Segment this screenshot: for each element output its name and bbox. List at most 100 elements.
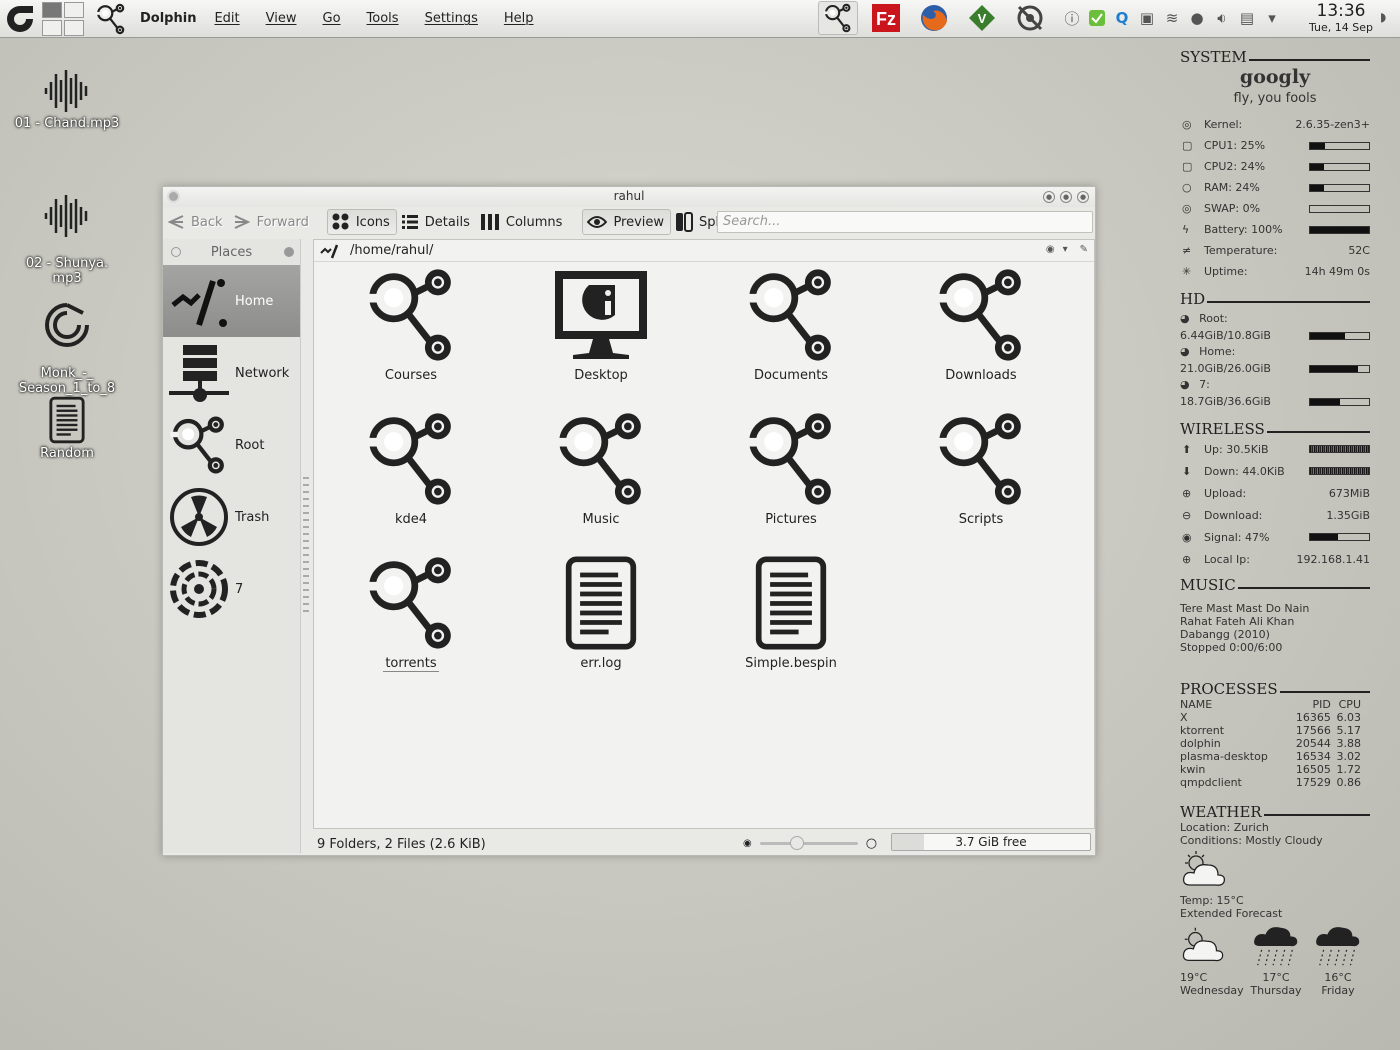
digital-clock[interactable]: 13:36 Tue, 14 Sep xyxy=(1305,1,1377,35)
file-item[interactable]: torrents xyxy=(336,552,486,672)
vim-icon[interactable]: V xyxy=(962,1,1002,35)
file-item[interactable]: Simple.bespin xyxy=(716,552,866,671)
places-item-7[interactable]: 7 xyxy=(163,553,300,625)
hd-section-title: HD xyxy=(1180,290,1370,308)
file-name: Pictures xyxy=(765,512,817,527)
close-button[interactable]: ● xyxy=(1077,191,1089,203)
qt-icon[interactable]: Q xyxy=(1112,6,1132,30)
places-float-icon[interactable] xyxy=(284,247,294,257)
pie-icon: ◕ xyxy=(1180,345,1190,358)
desktop-file-random[interactable]: Random xyxy=(12,388,122,461)
file-item[interactable]: kde4 xyxy=(336,408,486,527)
cpu1-bar-fill xyxy=(1310,142,1325,149)
kde-menu-icon[interactable] xyxy=(2,1,38,37)
file-item[interactable]: Documents xyxy=(716,264,866,383)
proc-cpu: 3.88 xyxy=(1336,737,1362,750)
places-item-home[interactable]: Home xyxy=(163,265,300,337)
signal-bar xyxy=(1309,533,1370,541)
desktop-file-chand[interactable]: 01 - Chand.mp3 xyxy=(12,58,122,131)
file-item[interactable]: Courses xyxy=(336,264,486,383)
back-label: Back xyxy=(191,214,223,230)
back-button[interactable]: Back xyxy=(163,209,229,235)
pager-desktop-3[interactable] xyxy=(42,19,62,36)
panel-splitter-handle[interactable] xyxy=(303,477,309,617)
window-titlebar[interactable]: rahul ● ● ● xyxy=(163,187,1095,207)
chat-icon[interactable]: ● xyxy=(1187,6,1207,30)
pager-desktop-1[interactable] xyxy=(42,1,62,18)
battery-icon: ϟ xyxy=(1182,223,1190,236)
up-arrow-icon: ⬆ xyxy=(1182,442,1192,456)
hd-root-bar xyxy=(1309,331,1370,340)
zoom-slider[interactable] xyxy=(759,836,858,850)
preview-button[interactable]: Preview xyxy=(582,209,672,235)
download-label: Download: xyxy=(1204,508,1263,522)
filezilla-icon[interactable]: Fz xyxy=(866,1,906,35)
columns-view-button[interactable]: Columns xyxy=(476,209,569,235)
edit-location-icon[interactable]: ✎ xyxy=(1080,244,1088,255)
firefox-icon[interactable] xyxy=(914,1,954,35)
menu-view[interactable]: View xyxy=(266,11,297,26)
weather-conditions: Conditions: Mostly Cloudy xyxy=(1180,834,1323,847)
forecast-row: 19°C Wednesday 17°C Thursday 16°C Friday xyxy=(1180,924,1370,997)
places-item-root[interactable]: Root xyxy=(163,409,300,481)
zoom-slider-handle[interactable] xyxy=(789,836,804,850)
search-input[interactable]: Search... xyxy=(717,211,1093,233)
system-settings-icon[interactable] xyxy=(1010,1,1050,35)
forecast-day: 19°C Wednesday xyxy=(1180,924,1244,997)
process-row: qmpdclient 17529 0.86 xyxy=(1180,776,1361,789)
display-icon[interactable]: ▣ xyxy=(1137,6,1157,30)
file-item[interactable]: Scripts xyxy=(906,408,1056,527)
process-row: dolphin 20544 3.88 xyxy=(1180,737,1361,750)
dolphin-launcher-icon[interactable] xyxy=(818,1,858,35)
pager-desktop-4[interactable] xyxy=(64,19,84,36)
menu-settings[interactable]: Settings xyxy=(425,11,478,26)
places-item-network[interactable]: Network xyxy=(163,337,300,409)
icons-view-button[interactable]: Icons xyxy=(326,209,397,235)
split-icon xyxy=(676,212,694,232)
proc-cpu: 3.02 xyxy=(1336,750,1362,763)
wifi-icon[interactable]: ≋ xyxy=(1162,6,1182,30)
pager-desktop-2[interactable] xyxy=(64,1,84,18)
weather-section-title: WEATHER xyxy=(1180,803,1370,821)
file-item[interactable]: Desktop xyxy=(526,264,676,383)
zoom-out-icon[interactable]: ◉ xyxy=(743,838,752,849)
places-item-trash[interactable]: Trash xyxy=(163,481,300,553)
proc-cpu: 0.86 xyxy=(1336,776,1362,789)
menu-bar: Edit View Go Tools Settings Help xyxy=(214,11,559,26)
file-name: Scripts xyxy=(958,512,1004,527)
signal-bar-fill xyxy=(1310,534,1338,540)
menu-edit[interactable]: Edit xyxy=(214,11,239,26)
desktop-pager[interactable] xyxy=(42,1,84,36)
menu-go[interactable]: Go xyxy=(323,11,341,26)
dolphin-task-icon[interactable] xyxy=(94,2,128,36)
file-item[interactable]: Music xyxy=(526,408,676,527)
zoom-in-icon[interactable]: ○ xyxy=(866,836,877,851)
partly-cloudy-icon xyxy=(1180,924,1244,971)
file-item[interactable]: Pictures xyxy=(716,408,866,527)
info-icon[interactable]: ⓘ xyxy=(1062,6,1082,30)
location-dropdown-icon[interactable]: ▾ xyxy=(1063,244,1068,255)
desktop-file-label: 01 - Chand.mp3 xyxy=(14,116,120,131)
location-bar[interactable]: /home/rahul/ ◉ ▾ ✎ xyxy=(314,240,1094,262)
ram-label: RAM: 24% xyxy=(1204,181,1260,194)
hd-7: ◕ 7: 18.7GiB/36.6GiB xyxy=(1180,377,1370,410)
file-item[interactable]: Downloads xyxy=(906,264,1056,383)
clipboard-icon[interactable]: ▤ xyxy=(1237,6,1257,30)
maximize-button[interactable]: ● xyxy=(1060,191,1072,203)
file-view: /home/rahul/ ◉ ▾ ✎ Courses Desktop Docum… xyxy=(313,239,1095,829)
hd-home-usage: 21.0GiB/26.0GiB xyxy=(1180,361,1271,375)
details-view-button[interactable]: Details xyxy=(397,209,476,235)
desktop-monitor-icon xyxy=(526,264,676,366)
file-item[interactable]: err.log xyxy=(526,552,676,671)
forward-button[interactable]: Forward xyxy=(229,209,315,235)
menu-tools[interactable]: Tools xyxy=(367,11,399,26)
minimize-button[interactable]: ● xyxy=(1043,191,1055,203)
tray-expand-icon[interactable]: ▾ xyxy=(1262,6,1282,30)
rain-icon xyxy=(1244,924,1308,971)
updates-icon[interactable] xyxy=(1087,6,1107,30)
preview-toggle-icon[interactable]: ◉ xyxy=(1046,244,1055,255)
cpu2-icon: ▢ xyxy=(1182,160,1193,173)
panel-toolbox-icon[interactable]: ◗ xyxy=(1380,10,1386,24)
volume-icon[interactable]: 🔉︎ xyxy=(1212,6,1232,30)
menu-help[interactable]: Help xyxy=(504,11,534,26)
